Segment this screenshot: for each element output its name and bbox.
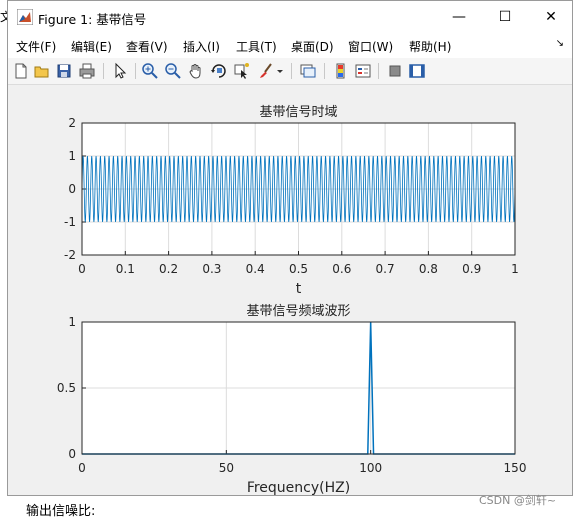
background-console-text: 输出信噪比:: [26, 504, 96, 519]
x-tick-label: 0: [78, 461, 86, 475]
plot-title: 基带信号频域波形: [246, 304, 350, 319]
y-tick-label: 0: [68, 182, 76, 196]
x-tick-label: 0.4: [246, 262, 265, 276]
x-tick-label: 0.7: [376, 262, 395, 276]
y-tick-label: 0.5: [57, 381, 76, 395]
plot-title: 基带信号时域: [259, 105, 337, 120]
x-tick-label: 0.2: [159, 262, 178, 276]
x-tick-label: 50: [219, 461, 234, 475]
x-tick-label: 0.9: [462, 262, 481, 276]
y-tick-label: -1: [64, 215, 76, 229]
x-tick-label: 150: [504, 461, 527, 475]
y-tick-label: 0: [68, 447, 76, 461]
x-tick-label: 100: [359, 461, 382, 475]
y-tick-label: 1: [68, 149, 76, 163]
figure-canvas: 0 0.1 0.2 0.3 0.4 0.5 0.6 0.7 0.8 0.9 1 -2 -1 0 1 2 基带信号…: [57, 105, 527, 496]
x-tick-label: 0.6: [332, 262, 351, 276]
csdn-watermark: CSDN @剑轩~: [479, 494, 557, 507]
x-tick-label: 1: [511, 262, 519, 276]
x-tick-label: 0.1: [116, 262, 135, 276]
x-axis-label: Frequency(HZ): [247, 480, 350, 496]
y-tick-label: -2: [64, 248, 76, 262]
figure-window: Figure 1: 基带信号 — ☐ ✕ 文件(F) 编辑(E) 查看(V) 插…: [7, 0, 573, 496]
x-tick-label: 0: [78, 262, 86, 276]
y-tick-label: 2: [68, 116, 76, 130]
y-tick-label: 1: [68, 315, 76, 329]
x-tick-label: 0.8: [419, 262, 438, 276]
x-tick-label: 0.3: [202, 262, 221, 276]
x-tick-label: 0.5: [289, 262, 308, 276]
x-axis-label: t: [296, 281, 302, 297]
